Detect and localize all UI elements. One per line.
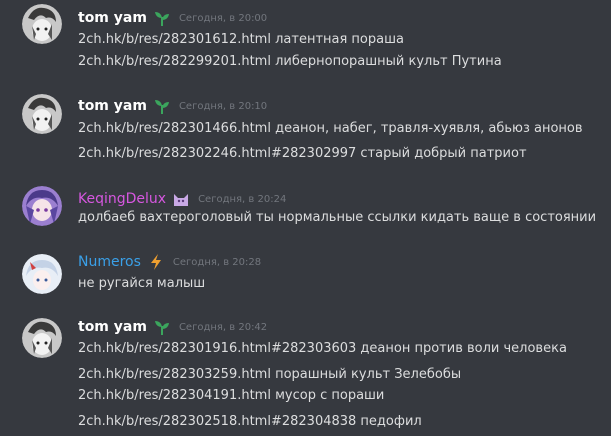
avatar[interactable] bbox=[22, 318, 62, 358]
avatar[interactable] bbox=[22, 254, 62, 294]
username[interactable]: KeqingDelux bbox=[78, 191, 166, 207]
message-text: 2ch.hk/b/res/282303259.html порашный кул… bbox=[78, 367, 462, 382]
message-text: 2ch.hk/b/res/282299201.html либернопораш… bbox=[78, 54, 502, 69]
message-text: 2ch.hk/b/res/282302246.html#282302997 ст… bbox=[78, 146, 527, 161]
timestamp: Сегодня, в 20:10 bbox=[178, 100, 268, 112]
message-text: 2ch.hk/b/res/282301916.html#282303603 де… bbox=[78, 341, 567, 356]
message-text: 2ch.hk/b/res/282301612.html латентная по… bbox=[78, 32, 404, 47]
message-text: долбаеб вахтероголовый ты нормальные ссы… bbox=[78, 210, 597, 225]
timestamp: Сегодня, в 20:28 bbox=[172, 256, 262, 268]
message-text: 2ch.hk/b/res/282302518.html#282304838 пе… bbox=[78, 414, 422, 429]
timestamp: Сегодня, в 20:00 bbox=[178, 12, 268, 24]
timestamp: Сегодня, в 20:42 bbox=[178, 321, 268, 333]
sprout-icon bbox=[153, 97, 171, 115]
lightning-icon bbox=[147, 253, 165, 271]
username[interactable]: tom yam bbox=[78, 98, 147, 114]
message-text: не ругайся малыш bbox=[78, 276, 206, 291]
avatar[interactable] bbox=[22, 4, 62, 44]
sprout-icon bbox=[153, 318, 171, 336]
message-text: 2ch.hk/b/res/282301466.html деанон, набе… bbox=[78, 121, 583, 136]
sprout-icon bbox=[153, 9, 171, 27]
cat-icon bbox=[172, 190, 190, 208]
avatar[interactable] bbox=[22, 186, 62, 226]
timestamp: Сегодня, в 20:24 bbox=[198, 193, 287, 205]
username[interactable]: tom yam bbox=[78, 10, 147, 26]
username[interactable]: tom yam bbox=[78, 319, 147, 335]
message-text: 2ch.hk/b/res/282304191.html мусор с пора… bbox=[78, 388, 385, 403]
username[interactable]: Numeros bbox=[78, 254, 141, 270]
avatar[interactable] bbox=[22, 94, 62, 134]
